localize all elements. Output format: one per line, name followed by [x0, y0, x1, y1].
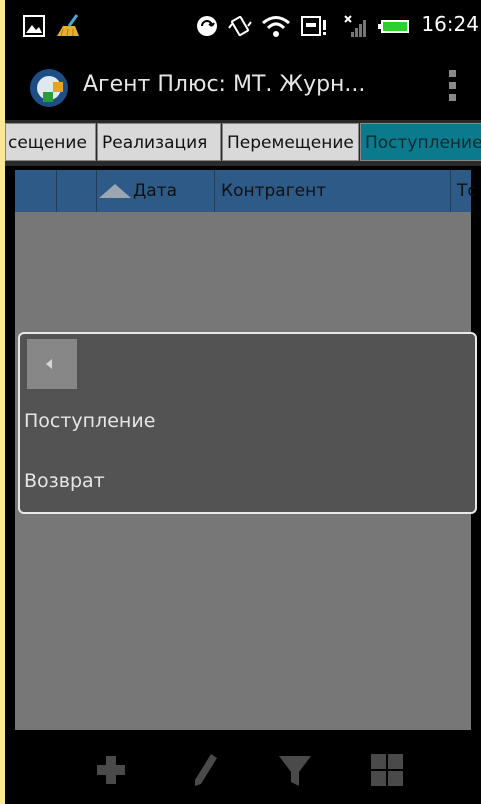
back-button[interactable]: [27, 339, 77, 389]
sd-alert-icon: [301, 16, 326, 36]
column-header-empty-2[interactable]: [57, 170, 97, 212]
column-header-date-label: Дата: [133, 181, 178, 201]
tab-postuplenie[interactable]: Поступление: [360, 123, 481, 161]
screen-frame: 16:24 Агент Плюс: МТ. Журн... сещение Ре…: [5, 0, 481, 804]
tab-poseshchenie[interactable]: сещение: [5, 123, 96, 161]
wifi-icon: [262, 16, 290, 37]
broom-icon: [57, 14, 79, 37]
column-header-counterparty[interactable]: Контрагент: [215, 170, 451, 212]
battery-icon: [378, 20, 409, 33]
action-bar: Агент Плюс: МТ. Журн...: [5, 52, 481, 120]
overflow-menu-icon[interactable]: [447, 70, 457, 104]
document-type-dialog: Поступление Возврат: [18, 332, 477, 514]
app-title: Агент Плюс: МТ. Журн...: [83, 72, 366, 97]
sync-icon: [197, 16, 217, 36]
sort-ascending-icon: [99, 184, 131, 198]
column-header-empty-1[interactable]: [15, 170, 57, 212]
add-icon[interactable]: [91, 750, 131, 790]
app-logo-icon[interactable]: [29, 68, 69, 108]
status-time: 16:24: [421, 12, 479, 36]
status-bar: 16:24: [5, 0, 481, 52]
edit-icon[interactable]: [185, 750, 225, 790]
back-arrow-icon: [46, 359, 52, 369]
tab-realizatsiya[interactable]: Реализация: [97, 123, 221, 161]
column-header-date[interactable]: Дата: [97, 170, 215, 212]
vibrate-icon: [228, 15, 252, 37]
tab-peremeshchenie[interactable]: Перемещение: [222, 123, 359, 161]
tab-bar: сещение Реализация Перемещение Поступлен…: [5, 120, 481, 166]
no-signal-icon: [344, 15, 366, 37]
table-header: Дата Контрагент То: [15, 170, 475, 212]
column-header-goods[interactable]: То: [451, 170, 475, 212]
dialog-option-vozvrat[interactable]: Возврат: [24, 470, 105, 492]
dialog-option-postuplenie[interactable]: Поступление: [24, 410, 155, 432]
picture-icon: [23, 15, 45, 37]
grid-icon[interactable]: [367, 750, 407, 790]
filter-icon[interactable]: [275, 750, 315, 790]
bottom-toolbar: [5, 730, 481, 804]
